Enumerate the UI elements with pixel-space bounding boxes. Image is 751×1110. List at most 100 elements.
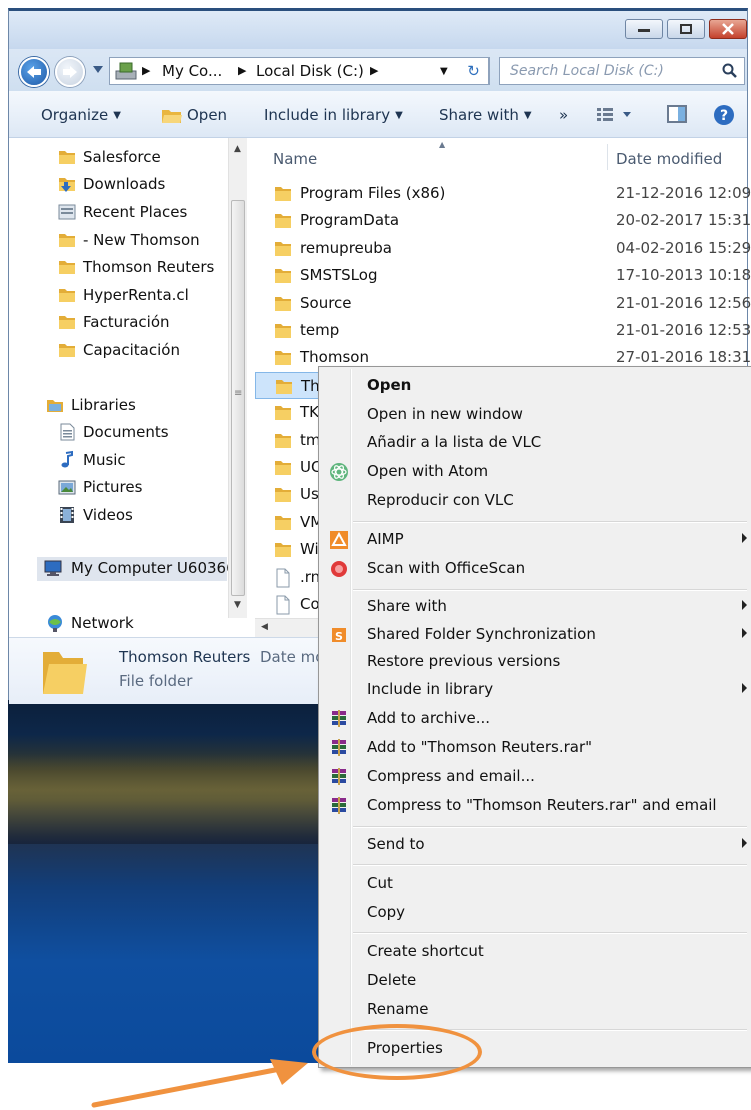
- menu-item-create-shortcut[interactable]: Create shortcut: [321, 939, 749, 965]
- menu-item-shared-folder-sync[interactable]: S Shared Folder Synchronization: [321, 622, 749, 648]
- help-icon[interactable]: ?: [713, 104, 735, 126]
- menu-item-play-vlc[interactable]: Reproducir con VLC: [321, 488, 749, 514]
- column-header: ▲ Name Date modified: [255, 138, 749, 170]
- menu-item-officescan[interactable]: Scan with OfficeScan: [321, 556, 749, 582]
- view-options-icon[interactable]: [595, 104, 635, 124]
- folder-icon: [275, 269, 291, 284]
- include-in-library-button[interactable]: Include in library ▼: [264, 106, 403, 124]
- close-button[interactable]: [709, 19, 747, 39]
- menu-item-label: Open in new window: [367, 405, 523, 423]
- minimize-button[interactable]: [625, 19, 663, 39]
- nav-item-label: Videos: [83, 506, 133, 524]
- folder-icon: [276, 379, 292, 394]
- maximize-button[interactable]: [667, 19, 705, 39]
- file-row[interactable]: remupreuba 04-02-2016 15:29: [255, 235, 751, 262]
- menu-item-share-with[interactable]: Share with: [321, 594, 749, 620]
- aimp-icon: [330, 531, 348, 549]
- context-menu: Open Open in new window Añadir a la list…: [318, 366, 751, 1068]
- nav-item-label: My Computer U60366: [71, 559, 236, 577]
- menu-item-include-in-library[interactable]: Include in library: [321, 677, 749, 703]
- recent-places-icon: [58, 204, 76, 220]
- refresh-icon: ↻: [467, 62, 480, 80]
- arrow-left-icon: [27, 66, 41, 78]
- menu-item-label: Compress to "Thomson Reuters.rar" and em…: [367, 796, 717, 814]
- column-date-modified[interactable]: Date modified: [616, 150, 722, 168]
- folder-icon: [59, 151, 75, 164]
- menu-item-cut[interactable]: Cut: [321, 871, 749, 897]
- file-date-modified: 21-12-2016 12:09: [616, 184, 751, 202]
- column-divider[interactable]: [607, 144, 608, 170]
- submenu-arrow-icon: [742, 838, 747, 848]
- highlight-ellipse: [312, 1024, 482, 1080]
- menu-item-label: Send to: [367, 835, 425, 853]
- file-name: Thomson: [300, 348, 369, 367]
- folder-icon: [59, 316, 75, 329]
- history-dropdown-icon[interactable]: [93, 66, 103, 74]
- address-bar[interactable]: ▶ My Co... ▶ Local Disk (C:) ▶ ▼: [109, 57, 490, 85]
- network-icon: [48, 615, 62, 632]
- file-icon: [276, 568, 290, 588]
- file-list-horizontal-scrollbar[interactable]: ◀: [255, 618, 325, 637]
- menu-item-delete[interactable]: Delete: [321, 968, 749, 994]
- menu-item-label: Add to archive...: [367, 709, 490, 727]
- atom-icon: [330, 463, 348, 481]
- nav-item-label: Pictures: [83, 478, 143, 496]
- menu-item-compress-rar-email[interactable]: Compress to "Thomson Reuters.rar" and em…: [321, 793, 749, 819]
- preview-pane-icon[interactable]: [666, 104, 688, 124]
- file-row[interactable]: SMSTSLog 17-10-2013 10:18: [255, 262, 751, 289]
- organize-button[interactable]: Organize ▼: [41, 106, 121, 124]
- column-name[interactable]: Name: [273, 150, 317, 168]
- menu-item-open[interactable]: Open: [321, 373, 749, 399]
- minimize-icon: [638, 29, 650, 32]
- sort-ascending-icon: ▲: [439, 140, 446, 149]
- scroll-left-icon[interactable]: ◀: [261, 622, 268, 632]
- menu-item-rename[interactable]: Rename: [321, 997, 749, 1023]
- file-name: remupreuba: [300, 238, 392, 257]
- menu-item-label: AIMP: [367, 530, 404, 548]
- menu-item-add-vlc-list[interactable]: Añadir a la lista de VLC: [321, 430, 749, 456]
- nav-item-label: Music: [83, 451, 126, 469]
- breadcrumb-separator-icon: ▶: [142, 64, 151, 77]
- search-input[interactable]: Search Local Disk (C:): [499, 57, 745, 85]
- file-name: temp: [300, 321, 340, 339]
- menu-item-aimp[interactable]: AIMP: [321, 527, 749, 553]
- close-icon: [722, 23, 734, 35]
- breadcrumb-my-computer[interactable]: My Co...: [162, 62, 222, 80]
- menu-item-restore-previous[interactable]: Restore previous versions: [321, 649, 749, 675]
- annotation-arrow-icon: [91, 1059, 308, 1108]
- back-button[interactable]: [19, 57, 49, 87]
- scroll-up-icon[interactable]: ▲: [234, 144, 241, 154]
- breadcrumb-local-disk[interactable]: Local Disk (C:): [256, 62, 364, 80]
- menu-item-label: Compress and email...: [367, 767, 535, 785]
- details-name: Thomson Reuters: [119, 648, 251, 666]
- share-with-button[interactable]: Share with ▼: [439, 106, 532, 124]
- menu-item-label: Add to "Thomson Reuters.rar": [367, 738, 593, 756]
- menu-item-open-with-atom[interactable]: Open with Atom: [321, 459, 749, 485]
- winrar-icon: [332, 739, 346, 756]
- scroll-down-icon[interactable]: ▼: [234, 600, 241, 610]
- file-row[interactable]: Source 21-01-2016 12:56: [255, 290, 751, 317]
- file-row[interactable]: Program Files (x86) 21-12-2016 12:09: [255, 180, 751, 207]
- open-button[interactable]: Open: [187, 106, 227, 124]
- nav-item-label: Capacitación: [83, 341, 180, 359]
- refresh-button[interactable]: ↻: [459, 57, 489, 85]
- menu-item-label: Scan with OfficeScan: [367, 559, 526, 577]
- menu-item-compress-email[interactable]: Compress and email...: [321, 764, 749, 790]
- file-name: Source: [300, 293, 352, 312]
- file-row[interactable]: temp 21-01-2016 12:53: [255, 317, 751, 344]
- forward-button[interactable]: [55, 57, 85, 87]
- navigation-pane-scrollbar[interactable]: ▲ ≡ ▼: [228, 138, 247, 618]
- scroll-grip-icon: ≡: [234, 388, 243, 399]
- search-icon[interactable]: [722, 63, 738, 79]
- more-commands-button[interactable]: »: [559, 106, 568, 124]
- file-row[interactable]: ProgramData 20-02-2017 15:31: [255, 207, 751, 234]
- menu-item-copy[interactable]: Copy: [321, 900, 749, 926]
- folder-large-icon: [43, 652, 87, 694]
- folder-icon: [275, 515, 291, 530]
- menu-item-send-to[interactable]: Send to: [321, 832, 749, 858]
- menu-item-add-to-rar[interactable]: Add to "Thomson Reuters.rar": [321, 735, 749, 761]
- menu-item-label: Reproducir con VLC: [367, 491, 514, 509]
- menu-item-add-to-archive[interactable]: Add to archive...: [321, 706, 749, 732]
- menu-item-open-new-window[interactable]: Open in new window: [321, 402, 749, 428]
- nav-item-computer[interactable]: My Computer U60366: [37, 557, 236, 581]
